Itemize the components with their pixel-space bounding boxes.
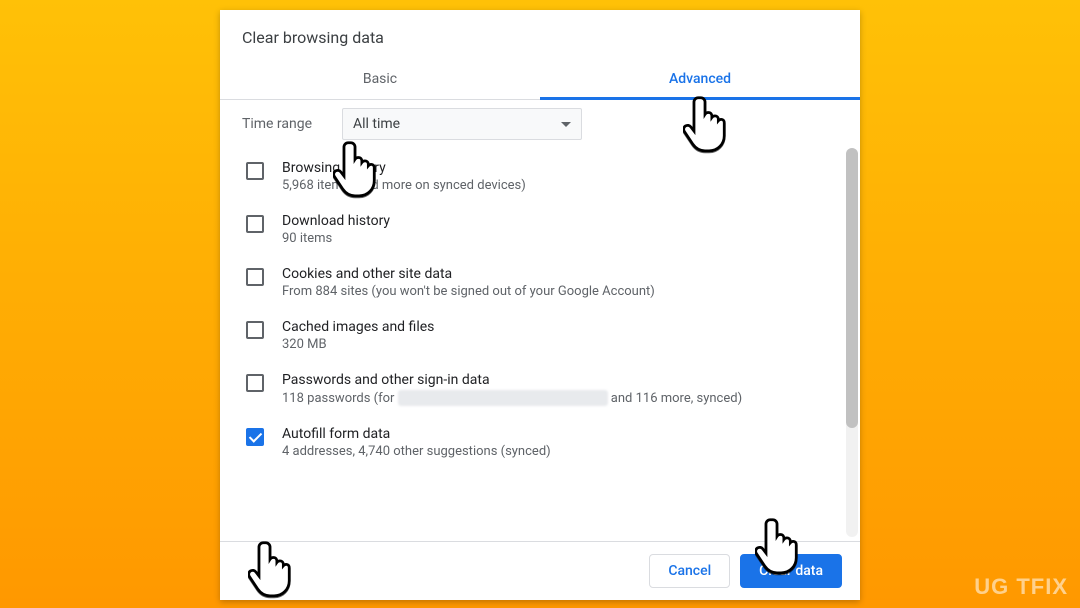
item-title: Passwords and other sign-in data: [282, 372, 838, 388]
checkbox-cached[interactable]: [246, 321, 264, 339]
clear-browsing-data-dialog: Clear browsing data Basic Advanced Time …: [220, 10, 860, 600]
chevron-down-icon: [561, 122, 571, 127]
item-title: Autofill form data: [282, 426, 838, 442]
item-subtitle: 5,968 items (and more on synced devices): [282, 178, 838, 193]
tabs: Basic Advanced: [220, 61, 860, 100]
tab-advanced[interactable]: Advanced: [540, 61, 860, 99]
options-list: Browsing history 5,968 items (and more o…: [220, 144, 844, 541]
checkbox-passwords[interactable]: [246, 374, 264, 392]
watermark: UG TFIX: [974, 574, 1068, 600]
checkbox-cookies[interactable]: [246, 268, 264, 286]
time-range-value: All time: [353, 116, 400, 132]
checkbox-download-history[interactable]: [246, 215, 264, 233]
time-range-label: Time range: [242, 116, 342, 132]
list-item: Autofill form data 4 addresses, 4,740 ot…: [242, 416, 838, 469]
checkbox-browsing-history[interactable]: [246, 162, 264, 180]
time-range-select[interactable]: All time: [342, 108, 582, 140]
redacted-text: ████████████ ██████████: [398, 390, 608, 406]
item-subtitle: 4 addresses, 4,740 other suggestions (sy…: [282, 444, 838, 459]
item-title: Cookies and other site data: [282, 266, 838, 282]
item-title: Browsing history: [282, 160, 838, 176]
list-item: Cookies and other site data From 884 sit…: [242, 256, 838, 309]
clear-data-button[interactable]: Clear data: [740, 554, 842, 588]
item-subtitle: From 884 sites (you won't be signed out …: [282, 284, 838, 299]
options-list-wrap: Browsing history 5,968 items (and more o…: [220, 144, 860, 541]
item-title: Cached images and files: [282, 319, 838, 335]
list-item: Cached images and files 320 MB: [242, 309, 838, 362]
dialog-title: Clear browsing data: [220, 10, 860, 61]
dialog-footer: Cancel Clear data: [220, 541, 860, 600]
checkbox-autofill[interactable]: [246, 428, 264, 446]
list-item: Passwords and other sign-in data 118 pas…: [242, 362, 838, 416]
item-sub-prefix: 118 passwords (for: [282, 391, 398, 406]
item-subtitle: 320 MB: [282, 337, 838, 352]
item-subtitle: 118 passwords (for ████████████ ████████…: [282, 390, 838, 406]
list-item: Download history 90 items: [242, 203, 838, 256]
item-title: Download history: [282, 213, 838, 229]
item-sub-suffix: and 116 more, synced): [608, 391, 743, 406]
item-subtitle: 90 items: [282, 231, 838, 246]
time-range-row: Time range All time: [220, 100, 860, 144]
scrollbar-thumb[interactable]: [846, 148, 858, 428]
tab-basic[interactable]: Basic: [220, 61, 540, 99]
cancel-button[interactable]: Cancel: [649, 554, 730, 588]
list-item: Browsing history 5,968 items (and more o…: [242, 150, 838, 203]
